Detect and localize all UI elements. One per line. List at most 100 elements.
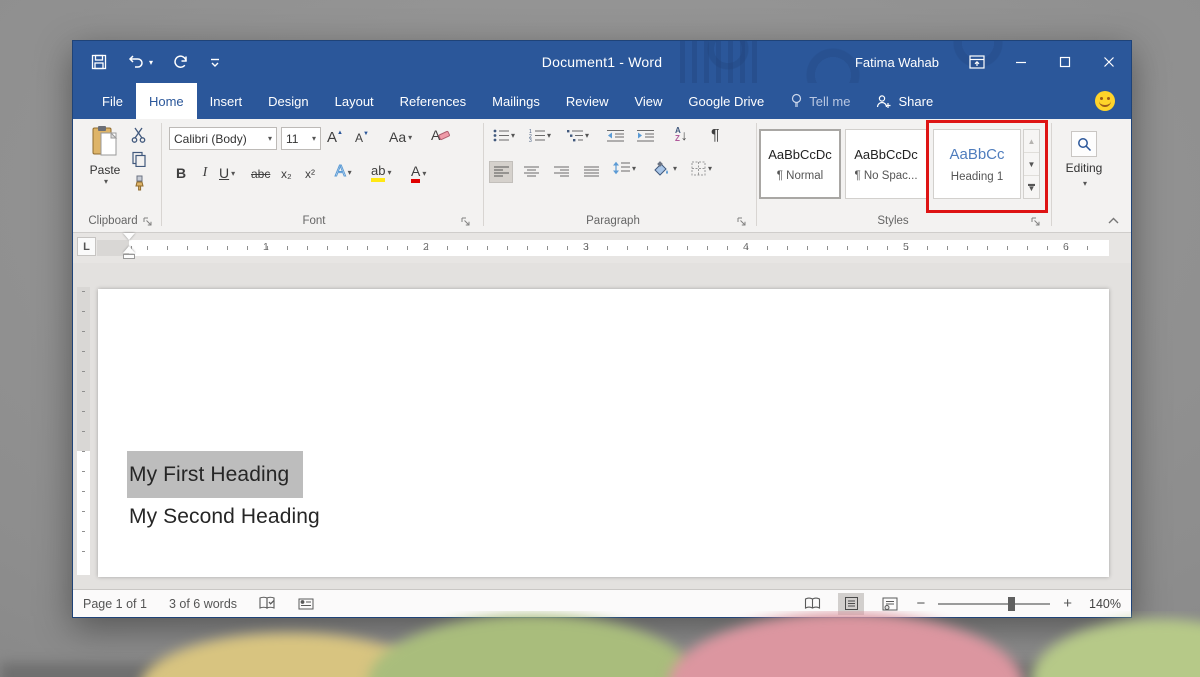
account-user-name[interactable]: Fatima Wahab (855, 55, 939, 70)
proofing-check-icon[interactable] (259, 596, 276, 611)
lightbulb-icon (790, 93, 803, 109)
styles-gallery-more-icon[interactable]: ▬▼ (1024, 176, 1039, 198)
text-highlight-button[interactable]: ab▾ (371, 163, 391, 182)
style-heading-1[interactable]: AaBbCc Heading 1 (933, 129, 1021, 199)
cut-icon[interactable] (131, 127, 147, 143)
paragraph-dialog-launcher-icon[interactable] (737, 217, 746, 226)
macaron-green-right (1032, 619, 1200, 677)
strikethrough-button[interactable]: abc (251, 167, 270, 181)
bold-button[interactable]: B (173, 165, 189, 181)
font-size-combobox[interactable]: 11▾ (281, 127, 321, 150)
tab-design[interactable]: Design (255, 83, 321, 119)
styles-dialog-launcher-icon[interactable] (1031, 217, 1040, 226)
first-line-indent-marker[interactable] (123, 233, 135, 240)
format-painter-icon[interactable] (131, 175, 147, 191)
styles-scroll-up-icon[interactable]: ▲ (1024, 130, 1039, 153)
zoom-percentage[interactable]: 140% (1085, 597, 1121, 611)
grow-font-button[interactable]: A▲ (327, 129, 343, 146)
ribbon-tab-row: File Home Insert Design Layout Reference… (73, 83, 1131, 119)
zoom-out-button[interactable]: − (916, 595, 925, 612)
left-indent-marker[interactable] (123, 254, 135, 259)
paste-button[interactable]: Paste ▾ (83, 125, 127, 207)
align-center-button[interactable] (519, 161, 543, 183)
font-dialog-launcher-icon[interactable] (461, 217, 470, 226)
style-no-spacing[interactable]: AaBbCcDc ¶ No Spac... (845, 129, 927, 199)
horizontal-ruler[interactable]: 1 2 3 4 5 6 (97, 240, 1109, 256)
zoom-slider[interactable] (938, 603, 1050, 605)
document-area: My First Heading My Second Heading (73, 263, 1131, 591)
close-button[interactable] (1087, 41, 1131, 83)
paragraph-group-label: Paragraph (493, 215, 733, 227)
shading-button[interactable]: ▾ (653, 161, 677, 176)
clipboard-dialog-launcher-icon[interactable] (143, 217, 152, 226)
justify-button[interactable] (579, 161, 603, 183)
page-count-status[interactable]: Page 1 of 1 (83, 597, 147, 611)
text-effects-button[interactable]: A▾ (335, 163, 352, 181)
zoom-slider-thumb[interactable] (1008, 597, 1015, 611)
svg-text:3: 3 (529, 138, 532, 142)
share-button[interactable]: Share (863, 83, 946, 119)
input-language-icon[interactable] (298, 597, 314, 611)
find-magnifier-icon (1071, 131, 1097, 157)
ribbon-display-options-icon[interactable] (955, 41, 999, 83)
borders-button[interactable]: ▾ (691, 161, 712, 176)
collapse-ribbon-icon[interactable] (1108, 217, 1119, 224)
numbering-button[interactable]: 123 ▾ (529, 129, 551, 142)
zoom-in-button[interactable]: + (1063, 595, 1072, 612)
italic-button[interactable]: I (199, 165, 211, 181)
change-case-button[interactable]: Aa▾ (389, 129, 412, 145)
tell-me-box[interactable]: Tell me (777, 83, 863, 119)
maximize-button[interactable] (1043, 41, 1087, 83)
align-right-button[interactable] (549, 161, 573, 183)
styles-scroll-down-icon[interactable]: ▼ (1024, 153, 1039, 176)
title-bar: ▾ Document1 - Word Fatima Wahab (73, 41, 1131, 83)
show-paragraph-marks-button[interactable]: ¶ (711, 127, 720, 145)
word-window: ▾ Document1 - Word Fatima Wahab (72, 40, 1132, 618)
style-normal[interactable]: AaBbCcDc ¶ Normal (759, 129, 841, 199)
editing-group-button[interactable]: Editing ▾ (1058, 131, 1110, 188)
font-name-combobox[interactable]: Calibri (Body)▾ (169, 127, 277, 150)
share-person-icon (876, 94, 892, 109)
tab-review[interactable]: Review (553, 83, 622, 119)
selected-heading-text[interactable]: My First Heading (127, 451, 303, 498)
tab-stop-selector[interactable]: L (77, 237, 96, 256)
tab-home[interactable]: Home (136, 83, 197, 119)
multilevel-list-button[interactable]: ▾ (567, 129, 589, 142)
tab-file[interactable]: File (89, 83, 136, 119)
feedback-smiley-icon[interactable] (1095, 91, 1115, 111)
align-left-button[interactable] (489, 161, 513, 183)
underline-button[interactable]: U▾ (219, 165, 235, 181)
document-page[interactable]: My First Heading My Second Heading (98, 289, 1109, 577)
tab-google-drive[interactable]: Google Drive (675, 83, 777, 119)
minimize-button[interactable] (999, 41, 1043, 83)
ribbon: Paste ▾ Clipboard Calibri (Body)▾ (73, 119, 1131, 233)
tab-references[interactable]: References (387, 83, 479, 119)
word-count-status[interactable]: 3 of 6 words (169, 597, 237, 611)
styles-group-label: Styles (773, 215, 1013, 227)
macaron-pink (668, 613, 1023, 677)
bullets-button[interactable]: ▾ (493, 129, 515, 142)
tab-mailings[interactable]: Mailings (479, 83, 553, 119)
hanging-indent-marker[interactable] (123, 246, 135, 253)
font-group-label: Font (169, 215, 459, 227)
decrease-indent-button[interactable] (607, 129, 624, 142)
tab-insert[interactable]: Insert (197, 83, 256, 119)
copy-icon[interactable] (131, 151, 147, 167)
clipboard-group-label: Clipboard (81, 215, 159, 227)
paste-dropdown-arrow[interactable]: ▾ (104, 177, 108, 186)
tab-view[interactable]: View (621, 83, 675, 119)
second-heading-text[interactable]: My Second Heading (129, 505, 320, 529)
shrink-font-button[interactable]: A▼ (355, 131, 369, 145)
macaron-green-left (368, 615, 698, 677)
font-color-button[interactable]: A▾ (411, 163, 426, 183)
macaron-photo-backdrop (0, 611, 1200, 677)
clear-formatting-button[interactable]: A (431, 127, 450, 143)
line-spacing-button[interactable]: ▾ (613, 161, 636, 175)
sort-button[interactable]: AZ ↓ (675, 127, 688, 143)
tab-layout[interactable]: Layout (322, 83, 387, 119)
ruler-row: L 1 2 3 4 5 6 (73, 233, 1131, 263)
increase-indent-button[interactable] (637, 129, 654, 142)
superscript-button[interactable]: x² (305, 167, 315, 181)
vertical-ruler[interactable] (77, 287, 90, 575)
subscript-button[interactable]: x₂ (281, 167, 292, 181)
